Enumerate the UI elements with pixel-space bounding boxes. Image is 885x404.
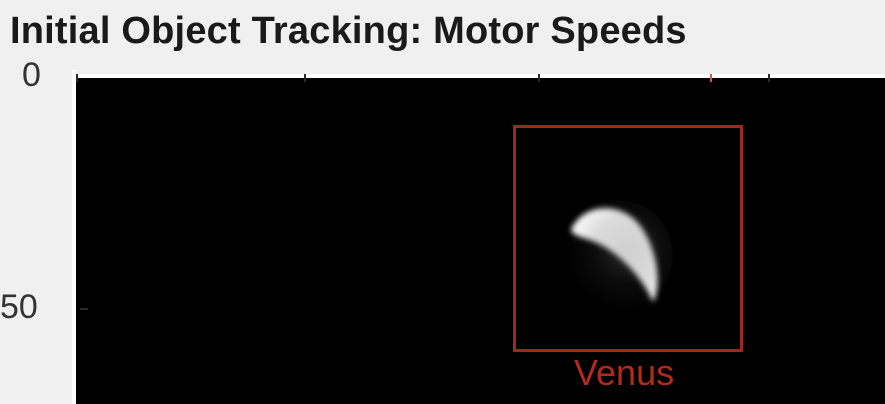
figure-title: Initial Object Tracking: Motor Speeds [10,10,687,52]
tracking-box[interactable] [513,125,743,352]
x-axis-line [76,74,885,78]
x-tick [304,74,306,82]
x-tick [768,74,770,82]
y-tick-label-50: 50 [0,288,38,326]
x-tick [538,74,540,82]
y-tick-label-0: 0 [22,56,41,94]
y-tick [80,308,88,310]
track-label: Venus [574,352,675,393]
x-tick-marker [710,74,712,82]
matlab-figure: Initial Object Tracking: Motor Speeds 0 … [0,0,885,404]
image-axes[interactable] [76,74,885,404]
x-tick [76,74,78,82]
